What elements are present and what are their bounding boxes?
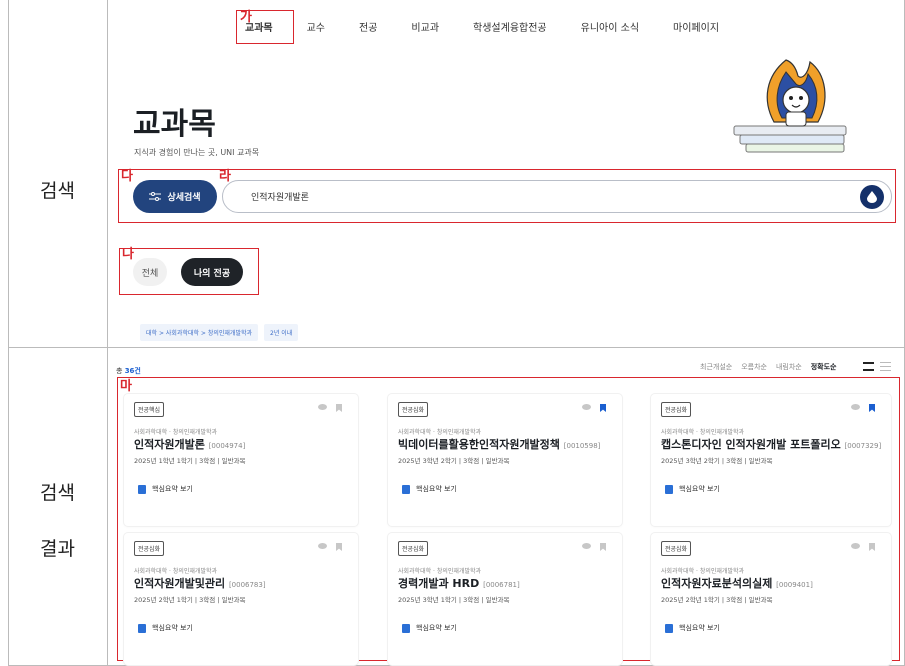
course-dept: 사회과학대학 · 창의인재개발학과	[661, 568, 745, 575]
course-tag: 전공핵심	[134, 402, 165, 417]
annotation-ra: 라	[219, 169, 231, 184]
annotation-na: 나	[122, 247, 134, 262]
bookmark-icon[interactable]	[336, 543, 342, 551]
side-label-search: 검색	[40, 180, 75, 202]
course-dept: 사회과학대학 · 창의인재개발학과	[398, 568, 482, 575]
course-card[interactable]: 전공핵심 사회과학대학 · 창의인재개발학과 인적자원개발론 [0004974]…	[124, 394, 358, 526]
course-code: [0006783]	[228, 581, 266, 589]
course-tag: 전공심화	[661, 541, 692, 556]
course-code: [0006781]	[483, 581, 520, 589]
course-title[interactable]: 인적자원개발론 [0004974]	[134, 436, 245, 452]
course-code: [0010598]	[563, 442, 601, 450]
course-code: [0004974]	[208, 442, 246, 450]
sort-recent[interactable]: 최근개설순	[700, 362, 732, 372]
list-view-icon[interactable]	[880, 362, 891, 371]
summary-button[interactable]: 핵심요약 보기	[138, 623, 193, 633]
course-dept: 사회과학대학 · 창의인재개발학과	[134, 568, 218, 575]
summary-button[interactable]: 핵심요약 보기	[665, 484, 720, 494]
breadcrumb-years[interactable]: 2년 이내	[264, 324, 299, 341]
document-icon	[402, 484, 410, 494]
summary-button[interactable]: 핵심요약 보기	[402, 623, 457, 633]
sort-ascending[interactable]: 오름차순	[741, 362, 767, 372]
course-card[interactable]: 전공심화 사회과학대학 · 창의인재개발학과 캡스톤디자인 인적자원개발 포트폴…	[651, 394, 891, 526]
eye-icon[interactable]	[582, 404, 591, 410]
bookmark-icon[interactable]	[600, 543, 606, 551]
course-title[interactable]: 인적자원개발및관리 [0006783]	[134, 575, 266, 591]
course-code: [0009401]	[776, 581, 813, 589]
sort-accuracy[interactable]: 정확도순	[811, 362, 837, 372]
top-nav: 교과목 교수 전공 비교과 학생설계융합전공 유니아이 소식 마이페이지	[245, 19, 753, 34]
bookmark-icon[interactable]	[336, 404, 342, 412]
course-tag: 전공심화	[398, 541, 429, 556]
sort-descending[interactable]: 내림차순	[776, 362, 802, 372]
course-meta: 2025년 2학년 1학기 | 3학점 | 일반과목	[661, 596, 773, 604]
course-tag: 전공심화	[661, 402, 692, 417]
document-icon	[138, 484, 146, 494]
document-icon	[138, 623, 146, 633]
card-view-icon[interactable]	[863, 362, 874, 371]
course-meta: 2025년 2학년 1학기 | 3학점 | 일반과목	[134, 596, 246, 604]
course-card[interactable]: 전공심화 사회과학대학 · 창의인재개발학과 빅데이터를활용한인적자원개발정책 …	[388, 394, 622, 526]
course-title[interactable]: 경력개발과 HRD [0006781]	[398, 575, 520, 591]
nav-item-majors[interactable]: 전공	[359, 19, 377, 34]
annotation-da: 다	[121, 169, 133, 184]
document-icon	[665, 484, 673, 494]
page-title: 교과목	[133, 107, 216, 142]
bookmark-icon[interactable]	[869, 404, 875, 412]
annotation-box-da-ra	[118, 169, 896, 223]
nav-item-professors[interactable]: 교수	[307, 19, 325, 34]
page-subtitle: 지식과 경험이 만나는 곳, UNI 교과목	[134, 148, 260, 157]
course-card[interactable]: 전공심화 사회과학대학 · 창의인재개발학과 인적자원개발및관리 [000678…	[124, 533, 358, 665]
breadcrumb: 대학 > 사회과학대학 > 창의인재개발학과 2년 이내	[140, 324, 299, 341]
summary-button[interactable]: 핵심요약 보기	[665, 623, 720, 633]
nav-item-student-designed-major[interactable]: 학생설계융합전공	[473, 19, 547, 34]
document-icon	[402, 623, 410, 633]
course-title[interactable]: 캡스톤디자인 인적자원개발 포트폴리오 [0007329]	[661, 436, 881, 452]
view-toggle	[863, 362, 891, 371]
eye-icon[interactable]	[318, 404, 327, 410]
side-label-results-1: 검색	[40, 482, 75, 504]
breadcrumb-path[interactable]: 대학 > 사회과학대학 > 창의인재개발학과	[140, 324, 259, 341]
bookmark-icon[interactable]	[600, 404, 606, 412]
annotation-ma: 마	[120, 379, 132, 394]
course-meta: 2025년 3학년 1학기 | 3학점 | 일반과목	[398, 596, 510, 604]
summary-button[interactable]: 핵심요약 보기	[138, 484, 193, 494]
total-prefix: 총	[116, 367, 123, 375]
eye-icon[interactable]	[318, 543, 327, 549]
document-icon	[665, 623, 673, 633]
total-count: 총 36건	[116, 366, 141, 376]
eye-icon[interactable]	[851, 543, 860, 549]
eye-icon[interactable]	[582, 543, 591, 549]
course-meta: 2025년 3학년 2학기 | 3학점 | 일반과목	[398, 457, 510, 465]
course-meta: 2025년 1학년 1학기 | 3학점 | 일반과목	[134, 457, 246, 465]
column-divider	[107, 0, 108, 666]
course-title[interactable]: 인적자원자료분석의실제 [0009401]	[661, 575, 813, 591]
summary-button[interactable]: 핵심요약 보기	[402, 484, 457, 494]
course-card[interactable]: 전공심화 사회과학대학 · 창의인재개발학과 인적자원자료분석의실제 [0009…	[651, 533, 891, 665]
course-tag: 전공심화	[398, 402, 429, 417]
nav-item-mypage[interactable]: 마이페이지	[673, 19, 719, 34]
mascot-illustration	[733, 59, 847, 153]
course-card[interactable]: 전공심화 사회과학대학 · 창의인재개발학과 경력개발과 HRD [000678…	[388, 533, 622, 665]
eye-icon[interactable]	[851, 404, 860, 410]
course-title[interactable]: 빅데이터를활용한인적자원개발정책 [0010598]	[398, 436, 600, 452]
course-dept: 사회과학대학 · 창의인재개발학과	[398, 429, 482, 436]
side-label-results-2: 결과	[40, 538, 75, 560]
annotation-ga: 가	[240, 10, 252, 25]
course-tag: 전공심화	[134, 541, 165, 556]
course-code: [0007329]	[844, 442, 882, 450]
total-number: 36건	[124, 367, 141, 375]
bookmark-icon[interactable]	[869, 543, 875, 551]
course-dept: 사회과학대학 · 창의인재개발학과	[661, 429, 745, 436]
course-meta: 2025년 3학년 2학기 | 3학점 | 일반과목	[661, 457, 773, 465]
annotation-box-na	[119, 248, 259, 295]
nav-item-extracurricular[interactable]: 비교과	[411, 19, 439, 34]
sort-options: 최근개설순 오름차순 내림차순 정확도순	[700, 362, 837, 372]
row-divider	[8, 347, 905, 348]
course-dept: 사회과학대학 · 창의인재개발학과	[134, 429, 218, 436]
nav-item-news[interactable]: 유니아이 소식	[581, 19, 639, 34]
